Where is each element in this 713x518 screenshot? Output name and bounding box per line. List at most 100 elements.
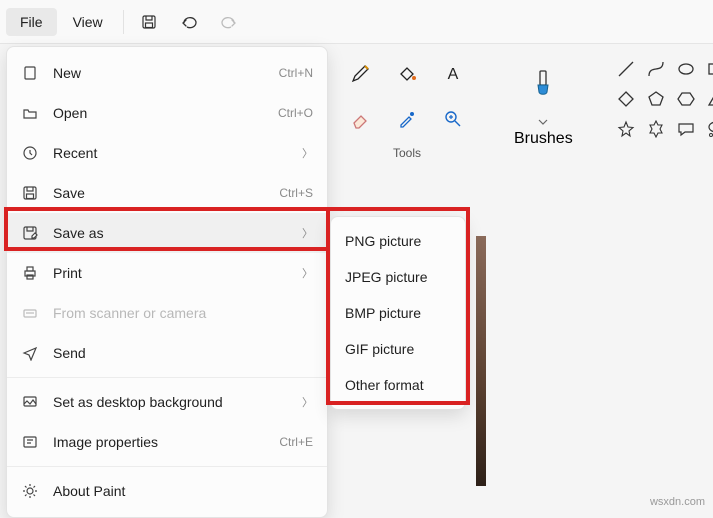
speech-icon [677, 120, 695, 138]
gear-icon [21, 482, 39, 500]
save-as-icon [21, 224, 39, 242]
menu-view[interactable]: View [59, 8, 117, 36]
menu-item-label: Image properties [53, 434, 265, 450]
folder-icon [21, 104, 39, 122]
chevron-down-icon [538, 119, 548, 125]
brushes-section: Brushes [496, 52, 591, 176]
scanner-icon [21, 304, 39, 322]
properties-icon [21, 433, 39, 451]
eraser-tool[interactable] [340, 98, 382, 140]
menu-item-properties[interactable]: Image properties Ctrl+E [7, 422, 327, 462]
brush-dropdown[interactable] [524, 114, 562, 130]
shape-star6[interactable] [643, 116, 669, 142]
pencil-tool[interactable] [340, 52, 382, 94]
shape-star[interactable] [613, 116, 639, 142]
brush-button[interactable] [524, 58, 562, 114]
shape-line[interactable] [613, 56, 639, 82]
menu-item-label: Save as [53, 225, 288, 241]
shape-thought[interactable] [703, 116, 713, 142]
star6-icon [647, 120, 665, 138]
rect-icon [707, 60, 713, 78]
quick-save-button[interactable] [130, 6, 168, 38]
pentagon-icon [647, 90, 665, 108]
shape-pentagon[interactable] [643, 86, 669, 112]
menubar: File View [0, 0, 713, 44]
send-icon [21, 344, 39, 362]
text-tool[interactable]: A [432, 52, 474, 94]
svg-text:A: A [448, 66, 459, 83]
menu-item-label: Send [53, 345, 313, 361]
clock-icon [21, 144, 39, 162]
menu-item-label: Print [53, 265, 288, 281]
menu-item-label: About Paint [53, 483, 313, 499]
diamond-icon [617, 90, 635, 108]
menu-item-save[interactable]: Save Ctrl+S [7, 173, 327, 213]
canvas-preview [476, 236, 486, 486]
menu-item-label: Open [53, 105, 264, 121]
shape-diamond[interactable] [613, 86, 639, 112]
menu-item-wallpaper[interactable]: Set as desktop background 〉 [7, 382, 327, 422]
menu-item-accel: Ctrl+S [279, 186, 313, 200]
new-file-icon [21, 64, 39, 82]
ribbon-tools-row: A Tools Brushes [330, 52, 707, 176]
menu-file[interactable]: File [6, 8, 57, 36]
submenu-item-png[interactable]: PNG picture [331, 223, 465, 259]
menu-item-print[interactable]: Print 〉 [7, 253, 327, 293]
menu-item-accel: Ctrl+E [279, 435, 313, 449]
undo-button[interactable] [170, 6, 208, 38]
menu-item-accel: Ctrl+N [279, 66, 313, 80]
picker-tool[interactable] [386, 98, 428, 140]
chevron-right-icon: 〉 [302, 394, 313, 410]
menu-item-about[interactable]: About Paint [7, 471, 327, 511]
oval-icon [677, 60, 695, 78]
redo-button[interactable] [210, 6, 248, 38]
print-icon [21, 264, 39, 282]
menu-item-new[interactable]: New Ctrl+N [7, 53, 327, 93]
menu-item-open[interactable]: Open Ctrl+O [7, 93, 327, 133]
eyedropper-icon [396, 108, 418, 130]
shape-triangle[interactable] [703, 86, 713, 112]
text-icon: A [442, 62, 464, 84]
wallpaper-icon [21, 393, 39, 411]
file-menu-dropdown: New Ctrl+N Open Ctrl+O Recent 〉 Save Ctr… [6, 46, 328, 518]
menu-item-label: New [53, 65, 265, 81]
submenu-item-gif[interactable]: GIF picture [331, 331, 465, 367]
menu-item-recent[interactable]: Recent 〉 [7, 133, 327, 173]
tools-label: Tools [393, 146, 421, 160]
shape-oval[interactable] [673, 56, 699, 82]
redo-icon [220, 14, 238, 30]
tools-section: A Tools [330, 52, 484, 176]
menu-item-label: Set as desktop background [53, 394, 288, 410]
fill-tool[interactable] [386, 52, 428, 94]
menu-item-save-as[interactable]: Save as 〉 [7, 213, 327, 253]
hexagon-icon [677, 90, 695, 108]
shape-curve[interactable] [643, 56, 669, 82]
brushes-label: Brushes [514, 130, 573, 148]
chevron-right-icon: 〉 [302, 265, 313, 281]
save-icon [21, 184, 39, 202]
menu-item-label: From scanner or camera [53, 305, 313, 321]
submenu-item-jpeg[interactable]: JPEG picture [331, 259, 465, 295]
menu-item-send[interactable]: Send [7, 333, 327, 373]
shape-rect[interactable] [703, 56, 713, 82]
submenu-item-other[interactable]: Other format [331, 367, 465, 403]
menu-separator [7, 466, 327, 467]
menubar-separator [123, 10, 124, 34]
star-icon [617, 120, 635, 138]
zoom-tool[interactable] [432, 98, 474, 140]
submenu-item-bmp[interactable]: BMP picture [331, 295, 465, 331]
brush-icon [530, 69, 556, 103]
menu-item-scanner: From scanner or camera [7, 293, 327, 333]
save-as-submenu: PNG picture JPEG picture BMP picture GIF… [330, 216, 466, 410]
magnifier-icon [442, 108, 464, 130]
menu-item-label: Save [53, 185, 265, 201]
shape-hexagon[interactable] [673, 86, 699, 112]
curve-icon [647, 60, 665, 78]
eraser-icon [350, 108, 372, 130]
menu-item-accel: Ctrl+O [278, 106, 313, 120]
chevron-right-icon: 〉 [302, 225, 313, 241]
shape-speech[interactable] [673, 116, 699, 142]
thought-icon [707, 120, 713, 138]
menu-item-label: Recent [53, 145, 288, 161]
chevron-right-icon: 〉 [302, 145, 313, 161]
